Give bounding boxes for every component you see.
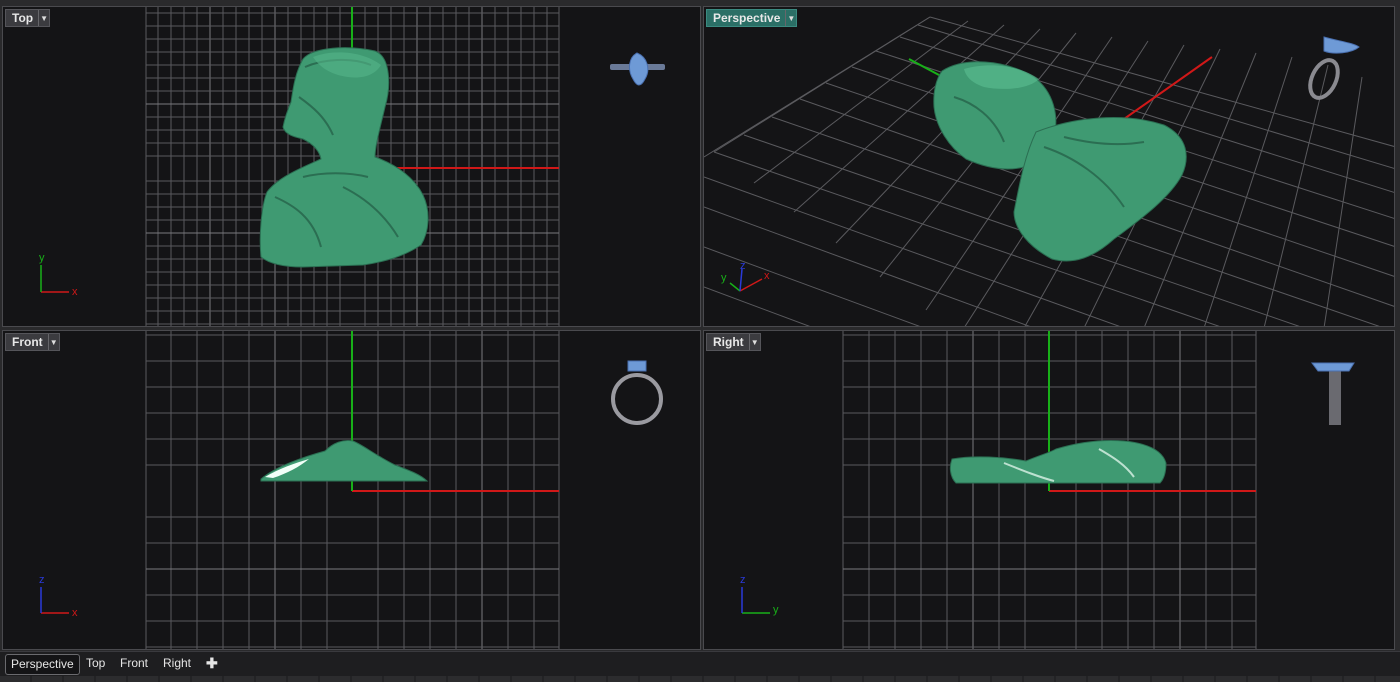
front-viewport[interactable]: z x Front ▼: [2, 330, 701, 650]
add-tab-icon[interactable]: ✚: [201, 654, 223, 673]
viewport-tab-bar: Perspective Top Front Right ✚: [0, 651, 1400, 682]
status-strip: [0, 676, 1400, 682]
viewport-label-perspective[interactable]: Perspective ▼: [706, 9, 798, 27]
tab-perspective[interactable]: Perspective: [5, 654, 80, 675]
top-viewport[interactable]: y x Top ▼: [2, 6, 701, 327]
bust-model[interactable]: [933, 61, 1187, 262]
axis-label-y: y: [773, 604, 779, 616]
viewport-title-top: Top: [12, 11, 34, 25]
bust-model[interactable]: [259, 47, 429, 268]
axis-triad-perspective: y z x: [721, 260, 770, 292]
axis-label-x: x: [72, 607, 78, 619]
viewport-title-perspective: Perspective: [713, 11, 781, 25]
chevron-down-icon[interactable]: ▼: [785, 10, 796, 26]
front-scene: z x: [39, 331, 663, 649]
tab-front[interactable]: Front: [115, 654, 153, 673]
ring-preview-right: [1311, 362, 1355, 425]
right-viewport[interactable]: z y Right ▼: [703, 330, 1395, 650]
perspective-viewport[interactable]: y z x Perspective ▼: [703, 6, 1395, 327]
axis-label-x: x: [764, 270, 770, 282]
axis-triad-front: z x: [39, 574, 78, 619]
ring-preview-front: [611, 360, 663, 425]
tab-top[interactable]: Top: [81, 654, 110, 673]
chevron-down-icon[interactable]: ▼: [38, 10, 49, 26]
viewport-label-front[interactable]: Front ▼: [5, 333, 60, 351]
viewport-label-top[interactable]: Top ▼: [5, 9, 51, 27]
axis-label-z: z: [740, 260, 746, 272]
ring-preview-top: [610, 52, 665, 86]
viewport-title-front: Front: [12, 335, 43, 349]
chevron-down-icon[interactable]: ▼: [748, 334, 760, 350]
bust-model[interactable]: [260, 440, 429, 482]
perspective-scene: y z x: [704, 16, 1394, 326]
right-scene: z y: [740, 331, 1355, 649]
axis-triad-top: y x: [39, 252, 78, 298]
axis-triad-right: z y: [740, 574, 779, 616]
axis-label-x: x: [72, 286, 78, 298]
axis-label-y: y: [39, 252, 45, 264]
chevron-down-icon[interactable]: ▼: [47, 334, 59, 350]
axis-label-y: y: [721, 272, 727, 284]
viewport-label-right[interactable]: Right ▼: [706, 333, 761, 351]
axis-label-z: z: [740, 574, 746, 586]
bust-model[interactable]: [949, 440, 1167, 484]
top-scene: y x: [39, 7, 665, 326]
ring-preview-perspective: [1308, 36, 1360, 100]
tab-right[interactable]: Right: [158, 654, 196, 673]
axis-label-z: z: [39, 574, 45, 586]
viewport-title-right: Right: [713, 335, 744, 349]
